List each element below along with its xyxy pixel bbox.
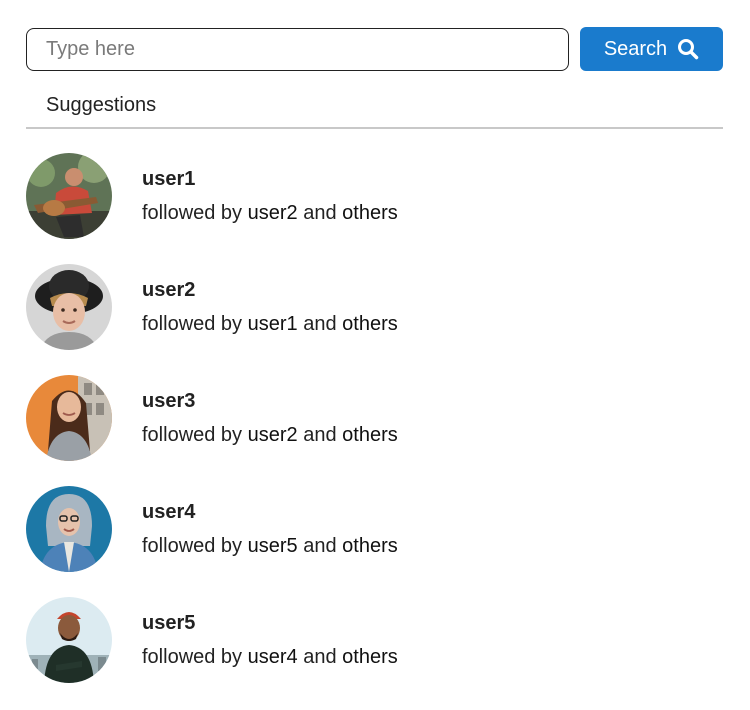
others-link[interactable]: others: [342, 313, 398, 335]
search-icon: [677, 38, 699, 60]
avatar[interactable]: [26, 486, 112, 572]
followed-by-prefix: followed by: [142, 202, 243, 224]
avatar-guitar-player-icon: [26, 153, 112, 239]
suggestions-heading: Suggestions: [46, 94, 157, 116]
suggestion-list: user1 followed by user2 and others user2…: [26, 153, 723, 708]
followed-by-text: followed by user4 and others: [142, 645, 398, 669]
others-link[interactable]: others: [342, 424, 398, 446]
others-link[interactable]: others: [342, 646, 398, 668]
followed-by-user-link[interactable]: user5: [248, 535, 298, 557]
suggestion-item-user4[interactable]: user4 followed by user5 and others: [26, 486, 723, 572]
username[interactable]: user5: [142, 611, 398, 635]
username[interactable]: user1: [142, 167, 398, 191]
avatar[interactable]: [26, 153, 112, 239]
suggestion-text: user4 followed by user5 and others: [142, 500, 398, 558]
suggestion-text: user5 followed by user4 and others: [142, 611, 398, 669]
followed-by-text: followed by user5 and others: [142, 534, 398, 558]
followed-by-text: followed by user1 and others: [142, 312, 398, 336]
avatar-beanie-man-icon: [26, 597, 112, 683]
suggestion-item-user3[interactable]: user3 followed by user2 and others: [26, 375, 723, 461]
avatar-smiling-woman-icon: [26, 375, 112, 461]
username[interactable]: user3: [142, 389, 398, 413]
avatar[interactable]: [26, 264, 112, 350]
followed-by-text: followed by user2 and others: [142, 201, 398, 225]
search-input[interactable]: [26, 27, 569, 71]
followed-by-prefix: followed by: [142, 424, 243, 446]
followed-by-connector: and: [303, 535, 337, 557]
followed-by-prefix: followed by: [142, 646, 243, 668]
avatar-hooded-woman-icon: [26, 486, 112, 572]
followed-by-connector: and: [303, 202, 337, 224]
avatar-hat-man-icon: [26, 264, 112, 350]
avatar[interactable]: [26, 597, 112, 683]
followed-by-connector: and: [303, 313, 337, 335]
suggestion-text: user3 followed by user2 and others: [142, 389, 398, 447]
suggestion-text: user2 followed by user1 and others: [142, 278, 398, 336]
user-search-page: Search Suggestions: [0, 0, 750, 710]
username[interactable]: user4: [142, 500, 398, 524]
followed-by-user-link[interactable]: user2: [248, 424, 298, 446]
followed-by-connector: and: [303, 646, 337, 668]
search-bar: Search: [26, 27, 723, 71]
search-button[interactable]: Search: [580, 27, 723, 71]
suggestion-item-user1[interactable]: user1 followed by user2 and others: [26, 153, 723, 239]
others-link[interactable]: others: [342, 535, 398, 557]
followed-by-connector: and: [303, 424, 337, 446]
avatar[interactable]: [26, 375, 112, 461]
followed-by-text: followed by user2 and others: [142, 423, 398, 447]
search-button-label: Search: [603, 37, 668, 60]
suggestion-item-user5[interactable]: user5 followed by user4 and others: [26, 597, 723, 683]
followed-by-user-link[interactable]: user4: [248, 646, 298, 668]
followed-by-user-link[interactable]: user1: [248, 313, 298, 335]
divider: [26, 127, 723, 129]
followed-by-prefix: followed by: [142, 313, 243, 335]
followed-by-prefix: followed by: [142, 535, 243, 557]
suggestion-item-user2[interactable]: user2 followed by user1 and others: [26, 264, 723, 350]
others-link[interactable]: others: [342, 202, 398, 224]
followed-by-user-link[interactable]: user2: [248, 202, 298, 224]
username[interactable]: user2: [142, 278, 398, 302]
suggestion-text: user1 followed by user2 and others: [142, 167, 398, 225]
